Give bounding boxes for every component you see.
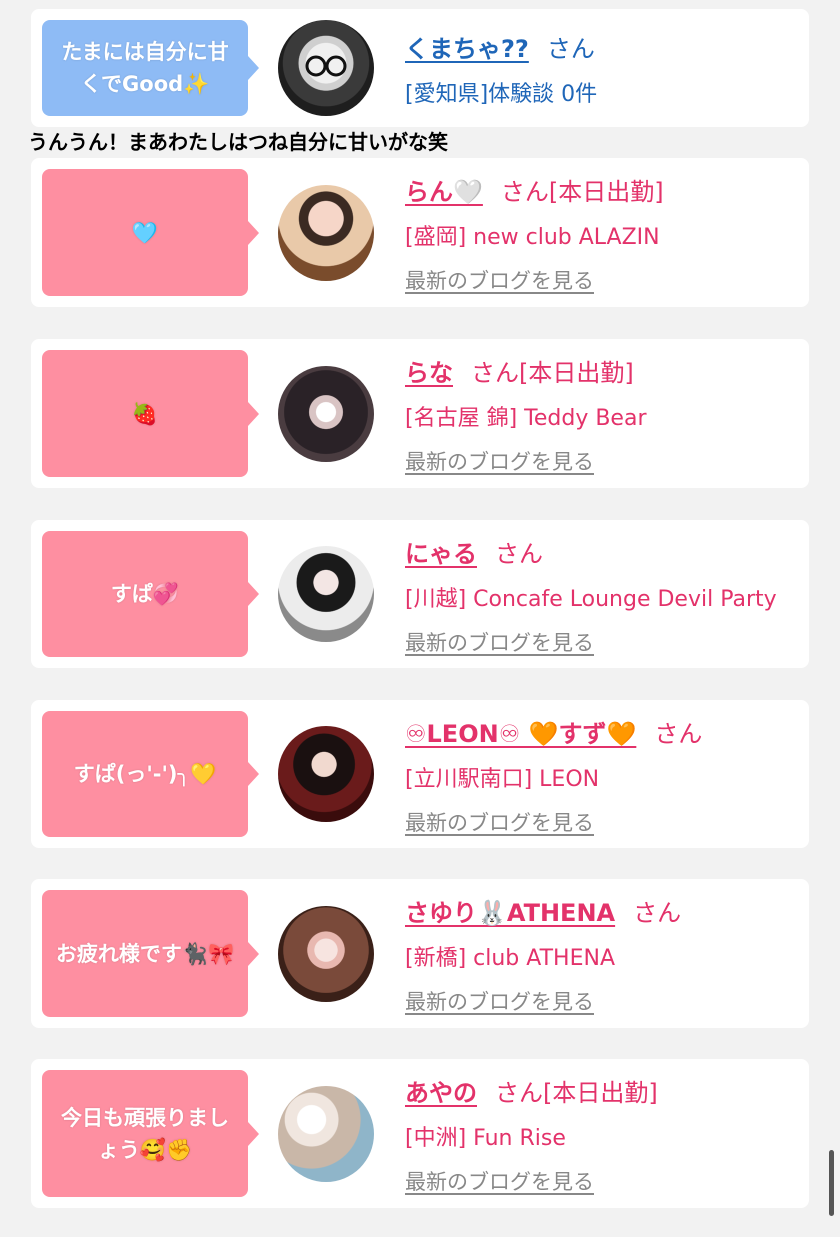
commenter-name-line: にゃる さん [405, 534, 777, 569]
comment-text: たまには自分に甘くでGood✨ [61, 40, 229, 96]
comment-bubble: すぱ(っ'-')╮💛 [42, 711, 259, 837]
latest-blog-link[interactable]: 最新のブログを見る [405, 446, 594, 476]
commenter-name-link[interactable]: ♾LEON♾ 🧡すず🧡 [405, 720, 636, 748]
avatar[interactable] [278, 185, 374, 281]
latest-blog-link[interactable]: 最新のブログを見る [405, 627, 594, 657]
glasses-icon [305, 55, 347, 77]
commenter-name-link[interactable]: にゃる [405, 540, 477, 568]
commenter-info: らん🤍 さん[本日出勤] [盛岡] new club ALAZIN 最新のブログを… [405, 172, 664, 295]
avatar[interactable] [278, 20, 374, 116]
comment-text: 🩵 [131, 220, 159, 245]
commenter-info: らな さん[本日出勤] [名古屋 錦] Teddy Bear 最新のブログを見る [405, 353, 647, 476]
commenter-name-line: ♾LEON♾ 🧡すず🧡 さん [405, 714, 702, 749]
avatar[interactable] [278, 546, 374, 642]
latest-blog-link[interactable]: 最新のブログを見る [405, 1166, 594, 1196]
honorific: さん [500, 178, 549, 206]
commenter-info: さゆり🐰ATHENA さん [新橋] club ATHENA 最新のブログを見る [405, 893, 681, 1016]
comment-bubble: たまには自分に甘くでGood✨ [42, 20, 259, 116]
shop-name: [新橋] club ATHENA [405, 946, 615, 971]
reply-text: うんうん！まあわたしはつね自分に甘いがな笑 [28, 130, 448, 154]
shop-name: [盛岡] new club ALAZIN [405, 225, 660, 250]
commenter-name-link[interactable]: らな [405, 359, 453, 387]
shop-name: [名古屋 錦] Teddy Bear [405, 406, 647, 431]
scrollbar[interactable] [829, 1150, 834, 1216]
commenter-name-link[interactable]: さゆり🐰ATHENA [405, 899, 615, 927]
shop-name: [立川駅南口] LEON [405, 767, 600, 792]
avatar[interactable] [278, 906, 374, 1002]
status-badge: [本日出勤] [519, 359, 634, 387]
status-badge: [本日出勤] [543, 1079, 658, 1107]
shop-name: [中洲] Fun Rise [405, 1126, 566, 1151]
commenter-name-link[interactable]: くまちゃ?? [405, 35, 529, 63]
commenter-name-link[interactable]: らん🤍 [405, 178, 483, 206]
comment-card: すぱ(っ'-')╮💛 ♾LEON♾ 🧡すず🧡 さん [立川駅南口] LEON 最新… [31, 700, 809, 848]
latest-blog-link[interactable]: 最新のブログを見る [405, 807, 594, 837]
avatar[interactable] [278, 1086, 374, 1182]
honorific: さん [546, 35, 595, 63]
experience-count: [愛知県]体験談 0件 [405, 82, 598, 107]
comment-card: お疲れ様です🐈‍⬛🎀 さゆり🐰ATHENA さん [新橋] club ATHENA… [31, 879, 809, 1028]
shop-name: [川越] Concafe Lounge Devil Party [405, 587, 777, 612]
commenter-name-line: さゆり🐰ATHENA さん [405, 893, 681, 928]
comment-card: すぱ💞 にゃる さん [川越] Concafe Lounge Devil Part… [31, 520, 809, 668]
comment-card-first: たまには自分に甘くでGood✨ くまちゃ?? さん [愛知県]体験談 0件 [31, 9, 809, 127]
latest-blog-link[interactable]: 最新のブログを見る [405, 986, 594, 1016]
commenter-info: にゃる さん [川越] Concafe Lounge Devil Party 最新… [405, 534, 777, 657]
comment-text: 🍓 [131, 401, 159, 426]
commenter-info: くまちゃ?? さん [愛知県]体験談 0件 [405, 29, 597, 108]
commenter-name-line: くまちゃ?? さん [405, 29, 597, 64]
comment-text: お疲れ様です🐈‍⬛🎀 [55, 941, 235, 966]
commenter-info: あやの さん[本日出勤] [中洲] Fun Rise 最新のブログを見る [405, 1073, 658, 1196]
comment-bubble: すぱ💞 [42, 531, 259, 657]
honorific: さん [654, 720, 703, 748]
honorific: さん [633, 899, 682, 927]
honorific: さん [471, 359, 519, 387]
commenter-name-line: らな さん[本日出勤] [405, 353, 647, 388]
latest-blog-link[interactable]: 最新のブログを見る [405, 265, 594, 295]
commenter-name-link[interactable]: あやの [405, 1079, 477, 1107]
commenter-name-line: あやの さん[本日出勤] [405, 1073, 658, 1108]
comment-bubble: 🍓 [42, 350, 259, 477]
comment-bubble: お疲れ様です🐈‍⬛🎀 [42, 890, 259, 1017]
avatar[interactable] [278, 726, 374, 822]
comment-card: 🍓 らな さん[本日出勤] [名古屋 錦] Teddy Bear 最新のブログを見… [31, 339, 809, 488]
comment-text: 今日も頑張りましょう🥰✊ [61, 1105, 229, 1162]
honorific: さん [495, 540, 543, 568]
commenter-name-line: らん🤍 さん[本日出勤] [405, 172, 664, 207]
commenter-info: ♾LEON♾ 🧡すず🧡 さん [立川駅南口] LEON 最新のブログを見る [405, 714, 702, 837]
comment-bubble: 今日も頑張りましょう🥰✊ [42, 1070, 259, 1197]
avatar[interactable] [278, 366, 374, 462]
comment-bubble: 🩵 [42, 169, 259, 296]
status-badge: [本日出勤] [548, 178, 664, 206]
comment-text: すぱ(っ'-')╮💛 [73, 762, 217, 786]
comment-card: 🩵 らん🤍 さん[本日出勤] [盛岡] new club ALAZIN 最新のブロ… [31, 158, 809, 307]
honorific: さん [495, 1079, 543, 1107]
comment-text: すぱ💞 [110, 582, 180, 606]
comment-card: 今日も頑張りましょう🥰✊ あやの さん[本日出勤] [中洲] Fun Rise 最… [31, 1059, 809, 1208]
